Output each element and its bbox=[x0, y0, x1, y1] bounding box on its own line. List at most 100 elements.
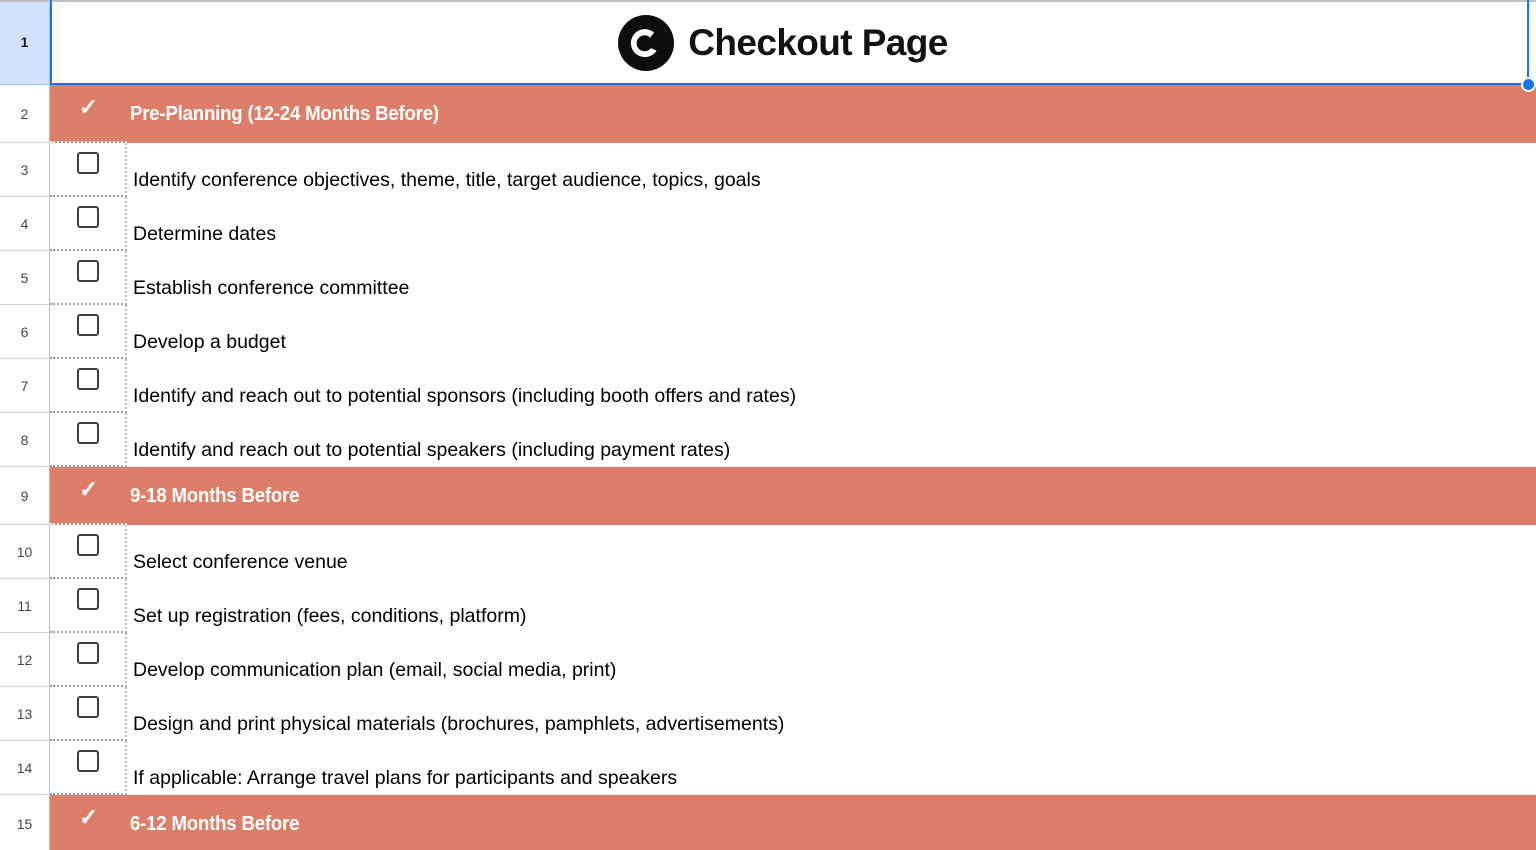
task-row[interactable]: 13 Design and print physical materials (b… bbox=[0, 687, 1536, 741]
task-row[interactable]: 10 Select conference venue bbox=[0, 525, 1536, 579]
task-checkbox-cell[interactable] bbox=[50, 579, 127, 633]
task-checkbox-cell[interactable] bbox=[50, 525, 127, 579]
task-checkbox-cell[interactable] bbox=[50, 359, 127, 413]
row-header-8[interactable]: 8 bbox=[0, 413, 50, 467]
row-cells[interactable]: Identify conference objectives, theme, t… bbox=[50, 143, 1536, 197]
task-checkbox-cell[interactable] bbox=[50, 413, 127, 467]
task-row[interactable]: 8 Identify and reach out to potential spe… bbox=[0, 413, 1536, 467]
row-cells[interactable]: Select conference venue bbox=[50, 525, 1536, 579]
task-label: Establish conference committee bbox=[133, 276, 410, 299]
task-checkbox-cell[interactable] bbox=[50, 305, 127, 359]
row-cells[interactable]: If applicable: Arrange travel plans for … bbox=[50, 741, 1536, 795]
row-number-label: 15 bbox=[16, 815, 33, 832]
task-label-cell[interactable]: Select conference venue bbox=[127, 525, 1536, 579]
row-cells[interactable]: Checkout Page bbox=[50, 0, 1536, 85]
task-row[interactable]: 4 Determine dates bbox=[0, 197, 1536, 251]
row-header-11[interactable]: 11 bbox=[0, 579, 50, 633]
row-number-label: 8 bbox=[20, 431, 29, 448]
task-label-cell[interactable]: Identify and reach out to potential spea… bbox=[127, 413, 1536, 467]
task-label-cell[interactable]: Establish conference committee bbox=[127, 251, 1536, 305]
task-checkbox-cell[interactable] bbox=[50, 687, 127, 741]
task-label-cell[interactable]: Identify conference objectives, theme, t… bbox=[127, 143, 1536, 197]
task-label-cell[interactable]: Develop a budget bbox=[127, 305, 1536, 359]
row-header-15[interactable]: 15 bbox=[0, 795, 50, 850]
task-label-cell[interactable]: If applicable: Arrange travel plans for … bbox=[127, 741, 1536, 795]
task-label-cell[interactable]: Develop communication plan (email, socia… bbox=[127, 633, 1536, 687]
task-row[interactable]: 3 Identify conference objectives, theme, … bbox=[0, 143, 1536, 197]
task-label-cell[interactable]: Set up registration (fees, conditions, p… bbox=[127, 579, 1536, 633]
task-checkbox[interactable] bbox=[76, 696, 99, 718]
task-checkbox[interactable] bbox=[76, 260, 99, 282]
row-cells[interactable]: ✓ 6-12 Months Before bbox=[50, 795, 1536, 850]
task-checkbox-cell[interactable] bbox=[50, 251, 127, 305]
row-header-3[interactable]: 3 bbox=[0, 143, 50, 197]
task-checkbox-cell[interactable] bbox=[50, 633, 127, 687]
task-checkbox[interactable] bbox=[76, 642, 99, 664]
task-row[interactable]: 11 Set up registration (fees, conditions,… bbox=[0, 579, 1536, 633]
section-title-cell[interactable]: Pre-Planning (12-24 Months Before) bbox=[127, 85, 1536, 143]
row-header-6[interactable]: 6 bbox=[0, 305, 50, 359]
row-cells[interactable]: ✓ Pre-Planning (12-24 Months Before) bbox=[50, 85, 1536, 143]
check-mark-icon: ✓ bbox=[78, 476, 99, 502]
task-row[interactable]: 12 Develop communication plan (email, soc… bbox=[0, 633, 1536, 687]
section-check-cell[interactable]: ✓ bbox=[50, 85, 127, 143]
section-title-cell[interactable]: 6-12 Months Before bbox=[127, 795, 1536, 850]
task-checkbox[interactable] bbox=[76, 750, 99, 772]
task-label-cell[interactable]: Design and print physical materials (bro… bbox=[127, 687, 1536, 741]
row-cells[interactable]: Develop a budget bbox=[50, 305, 1536, 359]
section-check-cell[interactable]: ✓ bbox=[50, 795, 127, 850]
task-checkbox[interactable] bbox=[76, 534, 99, 556]
task-checkbox-cell[interactable] bbox=[50, 143, 127, 197]
row-header-14[interactable]: 14 bbox=[0, 741, 50, 795]
row-number-label: 3 bbox=[20, 161, 29, 178]
row-header-1[interactable]: 1 bbox=[0, 0, 50, 85]
row-cells[interactable]: Set up registration (fees, conditions, p… bbox=[50, 579, 1536, 633]
row-header-13[interactable]: 13 bbox=[0, 687, 50, 741]
task-label: Identify conference objectives, theme, t… bbox=[133, 168, 761, 191]
task-checkbox[interactable] bbox=[76, 206, 99, 228]
row-header-5[interactable]: 5 bbox=[0, 251, 50, 305]
task-row[interactable]: 6 Develop a budget bbox=[0, 305, 1536, 359]
page-title: Checkout Page bbox=[688, 21, 948, 63]
row-cells[interactable]: Design and print physical materials (bro… bbox=[50, 687, 1536, 741]
task-row[interactable]: 14 If applicable: Arrange travel plans fo… bbox=[0, 741, 1536, 795]
row-cells[interactable]: Identify and reach out to potential spon… bbox=[50, 359, 1536, 413]
row-cells[interactable]: Establish conference committee bbox=[50, 251, 1536, 305]
row-header-9[interactable]: 9 bbox=[0, 467, 50, 525]
task-row[interactable]: 7 Identify and reach out to potential spo… bbox=[0, 359, 1536, 413]
task-checkbox[interactable] bbox=[76, 314, 99, 336]
section-title-label: 6-12 Months Before bbox=[130, 812, 300, 835]
row-header-7[interactable]: 7 bbox=[0, 359, 50, 413]
task-row[interactable]: 5 Establish conference committee bbox=[0, 251, 1536, 305]
task-label-cell[interactable]: Identify and reach out to potential spon… bbox=[127, 359, 1536, 413]
fill-handle[interactable] bbox=[1521, 77, 1536, 92]
task-checkbox[interactable] bbox=[76, 422, 99, 444]
task-label: Design and print physical materials (bro… bbox=[133, 712, 785, 735]
section-header-row[interactable]: 9 ✓ 9-18 Months Before bbox=[0, 467, 1536, 525]
task-checkbox[interactable] bbox=[76, 588, 99, 610]
title-row[interactable]: 1 Checkout Page bbox=[0, 0, 1536, 85]
spreadsheet-grid[interactable]: 1 Checkout Page 2 ✓ Pre-Planning (12-24 Mont… bbox=[0, 0, 1536, 850]
section-title-cell[interactable]: 9-18 Months Before bbox=[127, 467, 1536, 525]
section-header-row[interactable]: 15 ✓ 6-12 Months Before bbox=[0, 795, 1536, 850]
section-check-cell[interactable]: ✓ bbox=[50, 467, 127, 525]
row-header-12[interactable]: 12 bbox=[0, 633, 50, 687]
row-cells[interactable]: ✓ 9-18 Months Before bbox=[50, 467, 1536, 525]
section-header-row[interactable]: 2 ✓ Pre-Planning (12-24 Months Before) bbox=[0, 85, 1536, 143]
task-checkbox[interactable] bbox=[76, 368, 99, 390]
row-cells[interactable]: Develop communication plan (email, socia… bbox=[50, 633, 1536, 687]
row-header-2[interactable]: 2 bbox=[0, 85, 50, 143]
row-cells[interactable]: Determine dates bbox=[50, 197, 1536, 251]
task-checkbox-cell[interactable] bbox=[50, 197, 127, 251]
row-cells[interactable]: Identify and reach out to potential spea… bbox=[50, 413, 1536, 467]
row-header-4[interactable]: 4 bbox=[0, 197, 50, 251]
task-checkbox-cell[interactable] bbox=[50, 741, 127, 795]
task-checkbox[interactable] bbox=[76, 152, 99, 174]
document-brand: Checkout Page bbox=[618, 14, 948, 71]
task-label: Develop communication plan (email, socia… bbox=[133, 658, 617, 681]
row-number-label: 13 bbox=[16, 705, 33, 722]
row-number-label: 1 bbox=[20, 34, 29, 50]
task-label-cell[interactable]: Determine dates bbox=[127, 197, 1536, 251]
row-header-10[interactable]: 10 bbox=[0, 525, 50, 579]
row-number-label: 2 bbox=[20, 105, 29, 122]
